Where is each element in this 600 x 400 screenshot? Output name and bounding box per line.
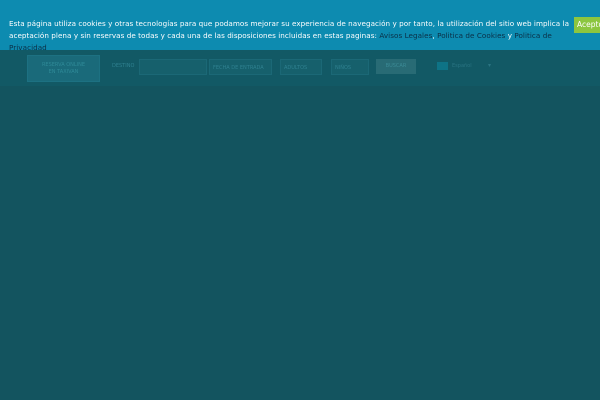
destination-input[interactable] xyxy=(139,59,207,75)
flag-icon[interactable] xyxy=(437,62,448,70)
adults-select-label: ADULTOS xyxy=(284,65,308,71)
chevron-down-icon[interactable]: ▾ xyxy=(488,62,491,69)
accept-cookies-button[interactable]: Acepto xyxy=(574,17,600,33)
cookie-policy-link[interactable]: Politica de Cookies xyxy=(437,31,505,40)
cookie-banner: Esta página utiliza cookies y otras tecn… xyxy=(0,0,600,52)
children-select[interactable]: NIÑOS xyxy=(331,59,369,75)
search-button[interactable]: BUSCAR xyxy=(376,59,416,74)
cookie-separator-and: y xyxy=(505,31,515,40)
legal-notices-link[interactable]: Avisos Legales xyxy=(379,31,432,40)
date-select[interactable]: FECHA DE ENTRADA xyxy=(209,59,272,75)
date-select-label: FECHA DE ENTRADA xyxy=(213,65,264,71)
children-select-label: NIÑOS xyxy=(335,65,352,71)
adults-select[interactable]: ADULTOS xyxy=(280,59,322,75)
cookie-message: Esta página utiliza cookies y otras tecn… xyxy=(9,18,574,54)
online-booking-button[interactable]: RESERVA ONLINE EN TAXIVAN xyxy=(27,55,100,82)
destination-label: DESTINO xyxy=(112,63,135,69)
language-selector[interactable]: Español xyxy=(452,63,472,69)
